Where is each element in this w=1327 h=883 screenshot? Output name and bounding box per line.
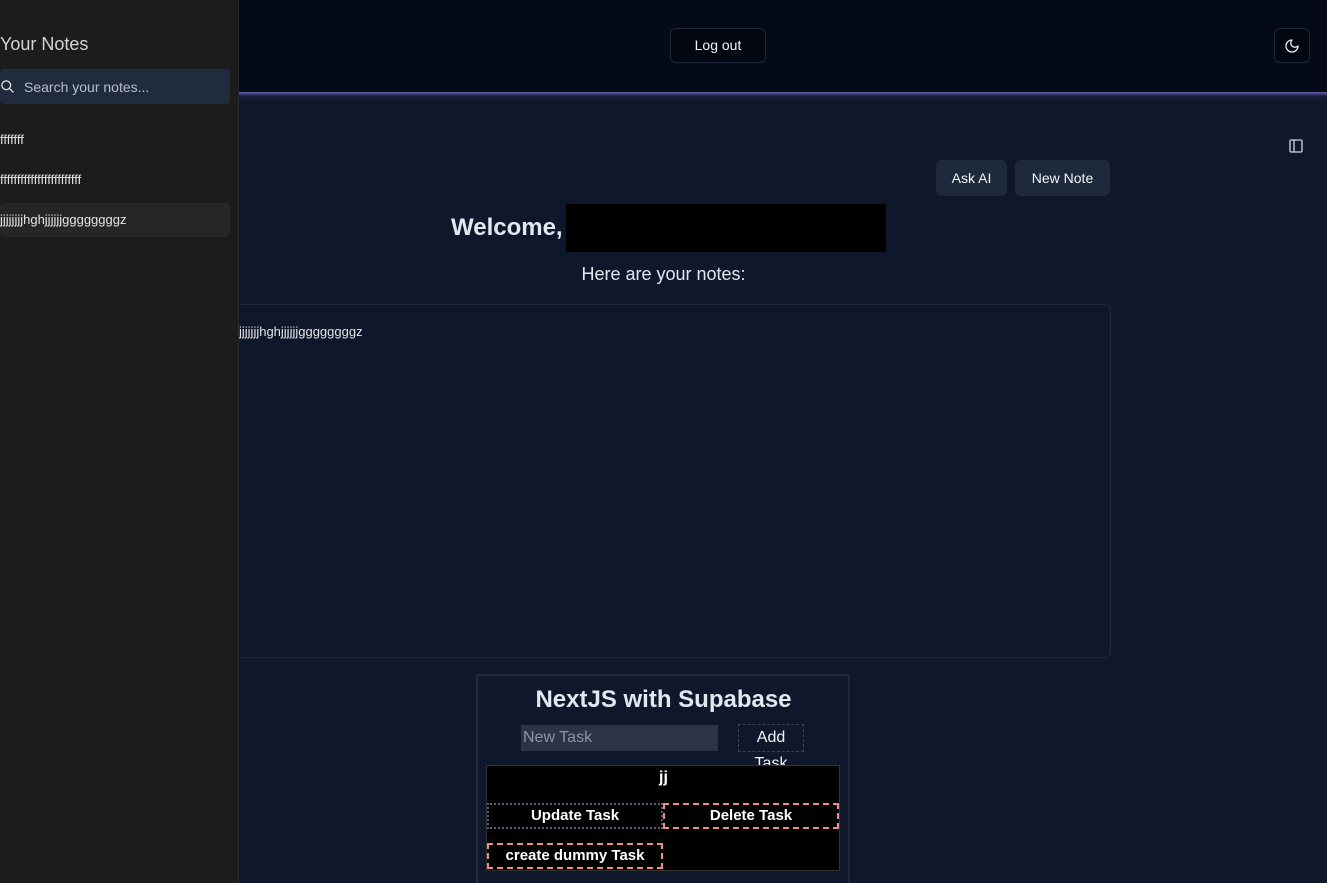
search-icon	[1, 80, 14, 93]
sidebar-note-item-active[interactable]: jjjjjjjjhghjjjjjjggggggggz	[0, 203, 230, 237]
ask-ai-button[interactable]: Ask AI	[936, 160, 1007, 196]
update-task-button[interactable]: Update Task	[487, 803, 663, 829]
panel-toggle-icon[interactable]	[1288, 138, 1304, 154]
new-note-button[interactable]: New Note	[1015, 160, 1110, 196]
search-input[interactable]	[24, 69, 224, 104]
welcome-heading: Welcome,	[451, 214, 563, 241]
app-page: Log out Your Notes fffffff fffffffffffff…	[0, 0, 1327, 883]
moon-icon	[1285, 38, 1299, 53]
header-divider	[239, 92, 1327, 102]
theme-toggle-button[interactable]	[1274, 28, 1310, 63]
sidebar-title: Your Notes	[0, 34, 89, 54]
delete-task-button[interactable]: Delete Task	[663, 803, 839, 829]
notes-sidebar: Your Notes fffffff fffffffffffffffffffff…	[0, 0, 239, 883]
search-box	[0, 69, 230, 104]
sidebar-note-item[interactable]: fffffff	[0, 123, 230, 157]
sidebar-note-item[interactable]: ffffffffffffffffffffffff	[0, 163, 230, 197]
note-content: jjjjjjjhghjjjjjjggggggggz	[239, 324, 363, 339]
add-task-button[interactable]: Add Task	[738, 724, 804, 772]
note-editor[interactable]: jjjjjjjhghjjjjjjggggggggz	[239, 304, 1111, 658]
redacted-username	[566, 204, 886, 252]
logout-button[interactable]: Log out	[670, 28, 766, 63]
new-task-input[interactable]	[521, 725, 718, 751]
top-header	[239, 0, 1327, 93]
create-dummy-task-button[interactable]: create dummy Task	[487, 843, 663, 869]
